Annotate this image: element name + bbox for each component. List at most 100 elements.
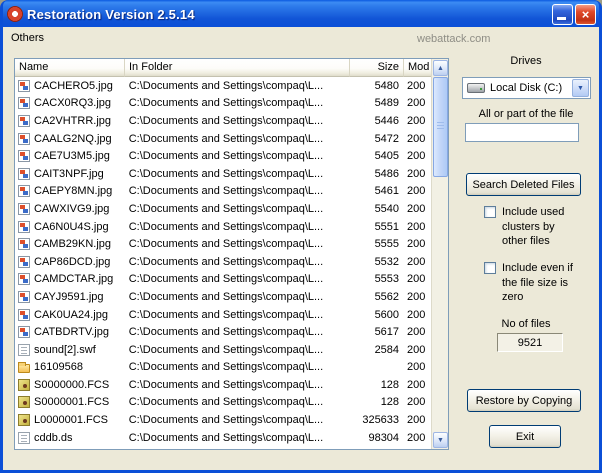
file-name: cddb.ds bbox=[34, 432, 73, 444]
file-name: CA2VHTRR.jpg bbox=[34, 115, 111, 127]
file-size: 128 bbox=[349, 396, 403, 408]
titlebar[interactable]: Restoration Version 2.5.14 × bbox=[3, 0, 599, 27]
image-file-icon bbox=[18, 80, 30, 92]
file-folder: C:\Documents and Settings\compaq\L... bbox=[125, 344, 349, 356]
file-row[interactable]: CAIT3NPF.jpg C:\Documents and Settings\c… bbox=[15, 165, 431, 183]
file-folder: C:\Documents and Settings\compaq\L... bbox=[125, 309, 349, 321]
search-deleted-files-button[interactable]: Search Deleted Files bbox=[466, 173, 581, 196]
file-row[interactable]: S0000001.FCS C:\Documents and Settings\c… bbox=[15, 394, 431, 412]
file-name: L0000001.FCS bbox=[34, 414, 108, 426]
file-size: 5532 bbox=[349, 256, 403, 268]
file-size: 128 bbox=[349, 379, 403, 391]
file-mod: 200 bbox=[403, 291, 431, 303]
include-used-clusters-checkbox[interactable] bbox=[484, 206, 496, 218]
file-mod: 200 bbox=[403, 115, 431, 127]
app-window: Restoration Version 2.5.14 × Others weba… bbox=[0, 0, 602, 473]
file-name: S0000000.FCS bbox=[34, 379, 109, 391]
include-zero-size-option: Include even if the file size is zero bbox=[484, 261, 584, 305]
file-row[interactable]: CACX0RQ3.jpg C:\Documents and Settings\c… bbox=[15, 95, 431, 113]
file-folder: C:\Documents and Settings\compaq\L... bbox=[125, 185, 349, 197]
include-used-clusters-option: Include used clusters by other files bbox=[484, 205, 574, 249]
file-row[interactable]: sound[2].swf C:\Documents and Settings\c… bbox=[15, 341, 431, 359]
col-header-name[interactable]: Name bbox=[15, 59, 125, 77]
file-filter-label: All or part of the file bbox=[461, 108, 591, 120]
file-size: 5461 bbox=[349, 185, 403, 197]
file-folder: C:\Documents and Settings\compaq\L... bbox=[125, 168, 349, 180]
close-button[interactable]: × bbox=[575, 4, 596, 25]
file-row[interactable]: L0000001.FCS C:\Documents and Settings\c… bbox=[15, 411, 431, 429]
menu-item-others[interactable]: Others bbox=[3, 28, 52, 48]
file-mod: 200 bbox=[403, 379, 431, 391]
file-name: 16109568 bbox=[34, 361, 83, 373]
image-file-icon bbox=[18, 309, 30, 321]
exit-button[interactable]: Exit bbox=[489, 425, 561, 448]
file-row[interactable]: 16109568 C:\Documents and Settings\compa… bbox=[15, 359, 431, 377]
image-file-icon bbox=[18, 203, 30, 215]
file-row[interactable]: CA6N0U4S.jpg C:\Documents and Settings\c… bbox=[15, 218, 431, 236]
drive-icon bbox=[467, 83, 485, 93]
file-row[interactable]: cddb.ds C:\Documents and Settings\compaq… bbox=[15, 429, 431, 447]
file-row[interactable]: CACHERO5.jpg C:\Documents and Settings\c… bbox=[15, 77, 431, 95]
watermark: webattack.com bbox=[417, 33, 490, 45]
file-mod: 200 bbox=[403, 238, 431, 250]
file-size: 5405 bbox=[349, 150, 403, 162]
include-zero-size-checkbox[interactable] bbox=[484, 262, 496, 274]
file-folder: C:\Documents and Settings\compaq\L... bbox=[125, 432, 349, 444]
file-name: CACX0RQ3.jpg bbox=[34, 97, 111, 109]
file-filter-input[interactable] bbox=[465, 123, 579, 142]
image-file-icon bbox=[18, 168, 30, 180]
file-mod: 200 bbox=[403, 168, 431, 180]
file-list-body: CACHERO5.jpg C:\Documents and Settings\c… bbox=[15, 77, 431, 449]
image-file-icon bbox=[18, 291, 30, 303]
close-icon: × bbox=[582, 8, 590, 21]
file-mod: 200 bbox=[403, 414, 431, 426]
no-of-files-value: 9521 bbox=[497, 333, 563, 352]
file-mod: 200 bbox=[403, 256, 431, 268]
page-file-icon bbox=[18, 344, 30, 356]
drive-select-button[interactable]: ▼ bbox=[572, 79, 589, 97]
col-header-size[interactable]: Size bbox=[350, 59, 404, 77]
file-list: Name In Folder Size Mod CACHERO5.jpg C:\… bbox=[14, 58, 449, 450]
col-header-mod[interactable]: Mod bbox=[404, 59, 432, 77]
file-row[interactable]: CAK0UA24.jpg C:\Documents and Settings\c… bbox=[15, 306, 431, 324]
file-size: 5540 bbox=[349, 203, 403, 215]
file-mod: 200 bbox=[403, 97, 431, 109]
file-row[interactable]: CAALG2NQ.jpg C:\Documents and Settings\c… bbox=[15, 130, 431, 148]
file-folder: C:\Documents and Settings\compaq\L... bbox=[125, 115, 349, 127]
vertical-scrollbar[interactable]: ▲ ▼ bbox=[431, 59, 448, 449]
drive-select[interactable]: Local Disk (C:) ▼ bbox=[462, 77, 591, 99]
scroll-up-button[interactable]: ▲ bbox=[433, 60, 448, 76]
scroll-down-button[interactable]: ▼ bbox=[433, 432, 448, 448]
file-size: 5600 bbox=[349, 309, 403, 321]
file-row[interactable]: CAEPY8MN.jpg C:\Documents and Settings\c… bbox=[15, 183, 431, 201]
file-row[interactable]: CA2VHTRR.jpg C:\Documents and Settings\c… bbox=[15, 112, 431, 130]
file-mod: 200 bbox=[403, 344, 431, 356]
minimize-button[interactable] bbox=[552, 4, 573, 25]
file-row[interactable]: CAE7U3M5.jpg C:\Documents and Settings\c… bbox=[15, 147, 431, 165]
window-title: Restoration Version 2.5.14 bbox=[27, 7, 195, 22]
media-file-icon bbox=[18, 379, 30, 391]
file-folder: C:\Documents and Settings\compaq\L... bbox=[125, 379, 349, 391]
file-row[interactable]: S0000000.FCS C:\Documents and Settings\c… bbox=[15, 376, 431, 394]
media-file-icon bbox=[18, 396, 30, 408]
file-folder: C:\Documents and Settings\compaq\L... bbox=[125, 361, 349, 373]
scroll-thumb[interactable] bbox=[433, 77, 448, 177]
file-folder: C:\Documents and Settings\compaq\L... bbox=[125, 203, 349, 215]
file-row[interactable]: CAMDCTAR.jpg C:\Documents and Settings\c… bbox=[15, 271, 431, 289]
file-folder: C:\Documents and Settings\compaq\L... bbox=[125, 256, 349, 268]
file-row[interactable]: CAP86DCD.jpg C:\Documents and Settings\c… bbox=[15, 253, 431, 271]
file-row[interactable]: CAYJ9591.jpg C:\Documents and Settings\c… bbox=[15, 288, 431, 306]
drive-select-value: Local Disk (C:) bbox=[490, 82, 572, 94]
file-folder: C:\Documents and Settings\compaq\L... bbox=[125, 396, 349, 408]
file-size: 5617 bbox=[349, 326, 403, 338]
restore-by-copying-button[interactable]: Restore by Copying bbox=[467, 389, 581, 412]
file-name: CATBDRTV.jpg bbox=[34, 326, 109, 338]
file-mod: 200 bbox=[403, 273, 431, 285]
menubar: Others bbox=[3, 27, 599, 47]
file-name: CAP86DCD.jpg bbox=[34, 256, 110, 268]
file-row[interactable]: CATBDRTV.jpg C:\Documents and Settings\c… bbox=[15, 323, 431, 341]
file-name: sound[2].swf bbox=[34, 344, 96, 356]
file-row[interactable]: CAWXIVG9.jpg C:\Documents and Settings\c… bbox=[15, 200, 431, 218]
file-row[interactable]: CAMB29KN.jpg C:\Documents and Settings\c… bbox=[15, 235, 431, 253]
col-header-folder[interactable]: In Folder bbox=[125, 59, 350, 77]
